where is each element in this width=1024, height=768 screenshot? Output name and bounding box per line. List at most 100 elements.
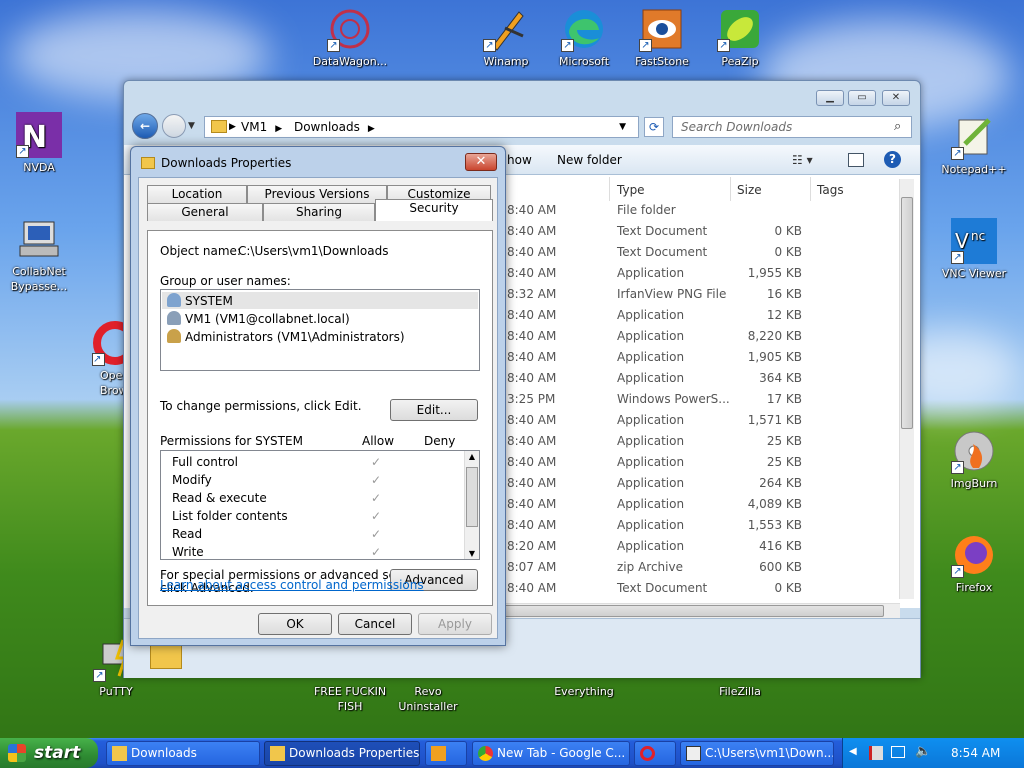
horizontal-scrollbar[interactable] — [504, 603, 900, 618]
tab-previous-versions[interactable]: Previous Versions — [247, 185, 387, 203]
user-item-system[interactable]: SYSTEM — [167, 293, 233, 308]
address-bar[interactable]: ▶ VM1 ▶ Downloads ▶ ▼ — [204, 116, 639, 138]
permissions-list[interactable]: Full control ✓ Modify ✓ Read & execute ✓ List … — [160, 450, 480, 560]
refresh-icon[interactable]: ⟳ — [644, 117, 664, 137]
user-item-administrators[interactable]: Administrators (VM1\Administrators) — [167, 329, 405, 344]
back-button[interactable]: ← — [132, 113, 158, 139]
tab-sharing[interactable]: Sharing — [263, 203, 375, 221]
breadcrumb-vm1[interactable]: VM1 — [241, 120, 267, 134]
tray-expand-icon[interactable]: ◀ — [849, 746, 857, 757]
file-type: Application — [617, 518, 685, 532]
folder-icon — [211, 120, 227, 133]
apply-button[interactable]: Apply — [418, 613, 492, 635]
tab-location[interactable]: Location — [147, 185, 247, 203]
file-modified: 8:07 AM — [507, 560, 557, 574]
scroll-up-icon[interactable]: ▲ — [465, 452, 479, 461]
properties-dialog[interactable]: Downloads Properties ✕ Location Previous… — [130, 146, 506, 646]
minimize-button[interactable]: ▁ — [816, 90, 844, 106]
forward-button[interactable] — [162, 114, 186, 138]
learn-access-control-link[interactable]: Learn about access control and permissio… — [160, 578, 424, 592]
vertical-scrollbar[interactable] — [899, 179, 914, 599]
maximize-button[interactable]: ▭ — [848, 90, 876, 106]
network-icon[interactable] — [891, 746, 905, 758]
volume-icon[interactable]: 🔈 — [915, 744, 931, 759]
taskbar-explorer-path[interactable]: C:\Users\vm1\Down... — [680, 741, 834, 766]
clock[interactable]: 8:54 AM — [951, 746, 1000, 760]
help-icon[interactable]: ? — [884, 151, 901, 168]
address-dropdown-icon[interactable]: ▼ — [619, 117, 626, 137]
start-button[interactable]: start — [0, 738, 98, 768]
column-tags[interactable]: Tags — [817, 183, 844, 197]
taskbar-opera[interactable] — [634, 741, 676, 766]
user-item-vm1[interactable]: VM1 (VM1@collabnet.local) — [167, 311, 350, 326]
cancel-button[interactable]: Cancel — [338, 613, 412, 635]
search-input[interactable]: Search Downloads — [672, 116, 912, 138]
file-type: Application — [617, 308, 685, 322]
desktop-icon-vnc[interactable]: Vnc ↗ VNC Viewer — [936, 218, 1012, 281]
desktop-icon-firefox[interactable]: ↗ Firefox — [936, 532, 1012, 595]
new-folder-button[interactable]: New folder — [557, 153, 622, 167]
desktop-icon-opera[interactable]: ↗ Ope Brow — [78, 320, 124, 398]
taskbar-chrome[interactable]: New Tab - Google C... — [472, 741, 630, 766]
file-type: Application — [617, 539, 685, 553]
edit-button[interactable]: Edit... — [390, 399, 478, 421]
svg-text:V: V — [955, 229, 969, 253]
file-size: 0 KB — [774, 581, 802, 595]
desktop-icon-notepadpp[interactable]: ↗ Notepad++ — [936, 114, 1012, 177]
permission-name: Read & execute — [172, 491, 267, 505]
file-modified: 8:40 AM — [507, 497, 557, 511]
desktop-icon-collabnet[interactable]: CollabNet Bypasse... — [1, 216, 77, 294]
desktop-icon-nvda[interactable]: N ↗ NVDA — [1, 112, 77, 175]
file-size: 8,220 KB — [747, 329, 802, 343]
desktop-icon-imgburn[interactable]: ↗ ImgBurn — [936, 428, 1012, 491]
folder-icon — [112, 746, 127, 761]
change-permissions-text: To change permissions, click Edit. — [160, 399, 362, 413]
file-type: Application — [617, 329, 685, 343]
file-size: 1,905 KB — [747, 350, 802, 364]
file-type: Application — [617, 350, 685, 364]
permission-name: Full control — [172, 455, 238, 469]
file-size: 1,571 KB — [747, 413, 802, 427]
taskbar-media-player[interactable] — [425, 741, 467, 766]
breadcrumb-downloads[interactable]: Downloads — [294, 120, 360, 134]
preview-pane-icon[interactable] — [848, 153, 864, 167]
tab-general[interactable]: General — [147, 203, 263, 221]
vnc-icon: Vnc ↗ — [951, 218, 997, 264]
breadcrumb-chevron-icon: ▶ — [275, 124, 283, 134]
close-button[interactable]: ✕ — [882, 90, 910, 106]
file-modified: 8:40 AM — [507, 581, 557, 595]
file-type: Text Document — [617, 245, 708, 259]
file-size: 1,955 KB — [747, 266, 802, 280]
dialog-close-button[interactable]: ✕ — [465, 153, 497, 171]
recent-pages-dropdown-icon[interactable]: ▼ — [188, 121, 195, 131]
dialog-title: Downloads Properties — [161, 156, 292, 170]
permission-name: Modify — [172, 473, 212, 487]
desktop-icon-datawagon[interactable]: ↗ DataWagon... — [312, 6, 388, 69]
scroll-down-icon[interactable]: ▼ — [465, 549, 479, 558]
taskbar-downloads[interactable]: Downloads — [106, 741, 260, 766]
user-list[interactable]: SYSTEM VM1 (VM1@collabnet.local) Adminis… — [160, 289, 480, 371]
scroll-thumb[interactable] — [466, 467, 478, 527]
view-options-icon[interactable]: ☷ ▾ — [792, 153, 813, 167]
column-size[interactable]: Size — [737, 183, 762, 197]
flag-icon[interactable] — [869, 746, 883, 760]
desktop-icon-edge[interactable]: ↗ Microsoft — [546, 6, 622, 69]
file-modified: 8:20 AM — [507, 539, 557, 553]
search-icon[interactable]: ⌕ — [894, 119, 901, 134]
column-type[interactable]: Type — [617, 183, 645, 197]
file-modified: 8:40 AM — [507, 224, 557, 238]
file-type: Application — [617, 413, 685, 427]
desktop-icon-peazip[interactable]: ↗ PeaZip — [702, 6, 778, 69]
show-button[interactable]: how — [507, 153, 532, 167]
permissions-scrollbar[interactable]: ▲ ▼ — [464, 451, 479, 559]
imgburn-icon: ↗ — [951, 428, 997, 474]
desktop-icon-faststone[interactable]: ↗ FastStone — [624, 6, 700, 69]
folder-icon — [141, 157, 155, 169]
allow-check-icon: ✓ — [371, 509, 382, 523]
tab-security[interactable]: Security — [375, 199, 493, 221]
winamp-icon: ↗ — [483, 6, 529, 52]
ok-button[interactable]: OK — [258, 613, 332, 635]
desktop-icon-winamp[interactable]: ↗ Winamp — [468, 6, 544, 69]
taskbar-downloads-properties[interactable]: Downloads Properties — [264, 741, 420, 766]
file-type: Application — [617, 371, 685, 385]
